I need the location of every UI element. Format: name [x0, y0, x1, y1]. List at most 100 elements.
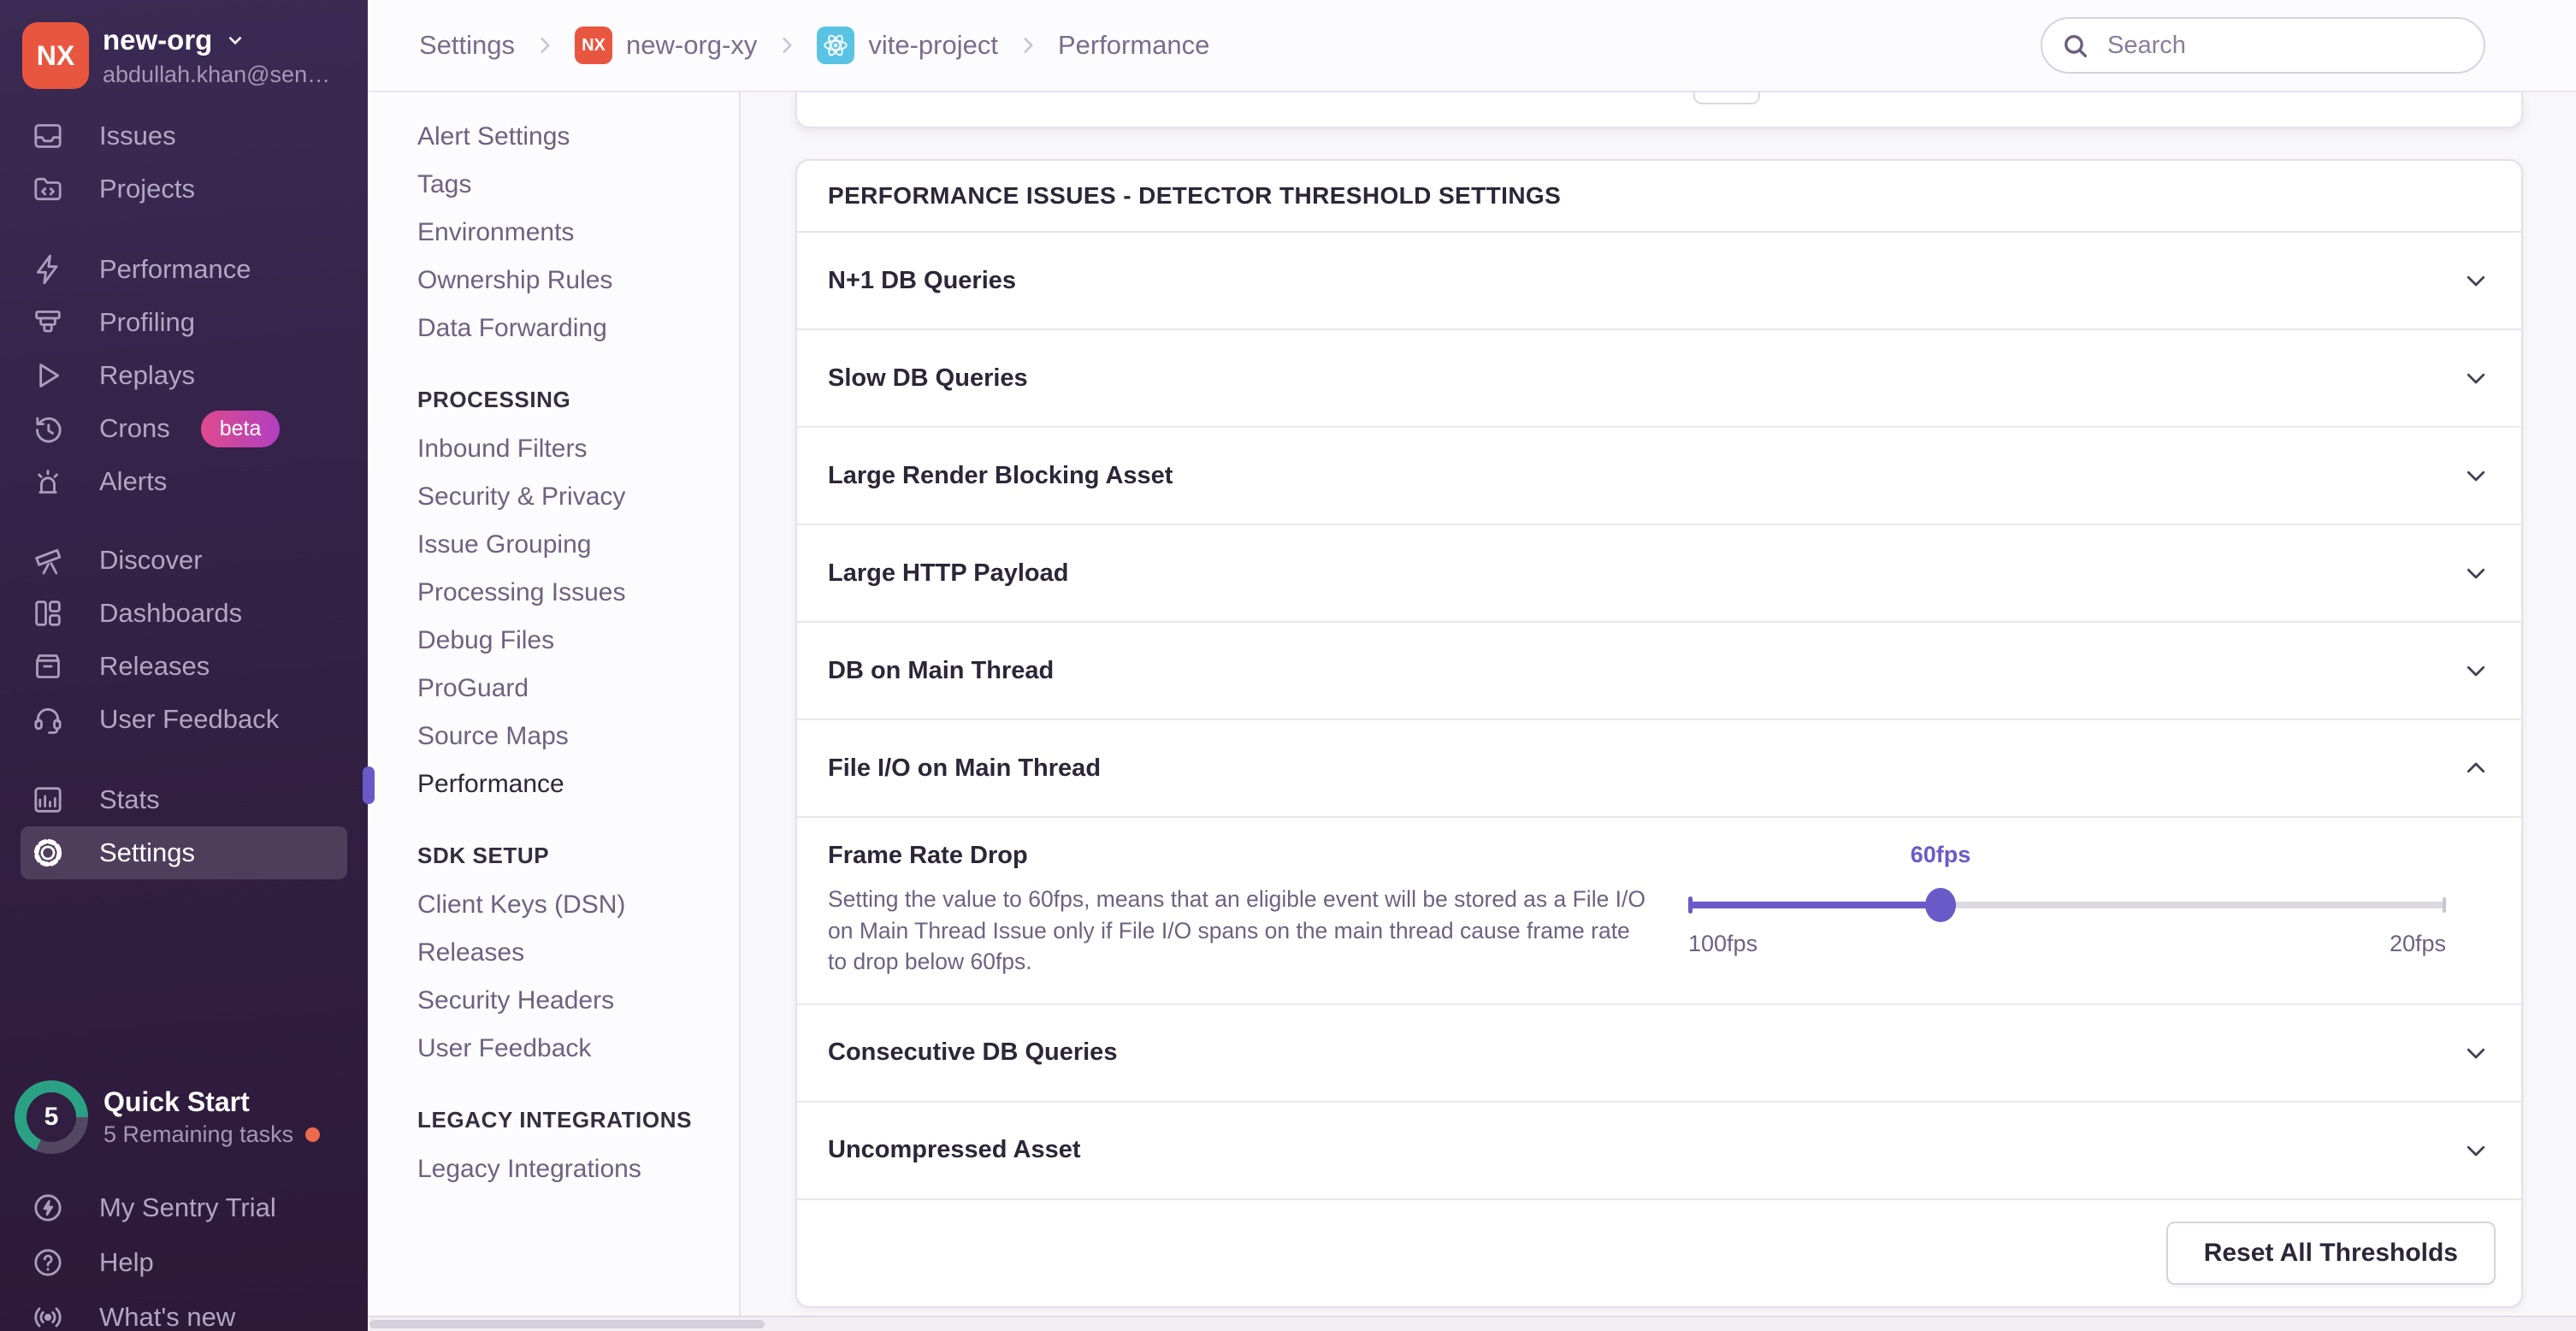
- sidebar-item-label: Projects: [99, 174, 195, 204]
- slider-thumb[interactable]: [1925, 888, 1956, 922]
- chevron-down-icon[interactable]: [2463, 365, 2489, 391]
- search-wrap: [2041, 17, 2485, 74]
- sidebar-item-label: Help: [99, 1247, 154, 1278]
- settings-nav-data-forwarding[interactable]: Data Forwarding: [368, 305, 739, 352]
- sidebar-item-releases[interactable]: Releases: [21, 640, 347, 693]
- sidebar-item-profiling[interactable]: Profiling: [21, 296, 347, 349]
- settings-nav-issue-grouping[interactable]: Issue Grouping: [368, 521, 739, 569]
- card-title: PERFORMANCE ISSUES - DETECTOR THRESHOLD …: [797, 161, 2521, 233]
- sidebar-item-my-sentry-trial[interactable]: My Sentry Trial: [21, 1180, 347, 1234]
- settings-nav-performance[interactable]: Performance: [368, 760, 739, 808]
- sidebar-item-replays[interactable]: Replays: [21, 349, 347, 402]
- sidebar-item-settings[interactable]: Settings: [21, 826, 347, 879]
- settings-nav-releases[interactable]: Releases: [368, 929, 739, 977]
- search-input[interactable]: [2041, 17, 2485, 74]
- breadcrumb-org[interactable]: NX new-org-xy: [575, 27, 757, 64]
- settings-nav-processing-issues[interactable]: Processing Issues: [368, 569, 739, 617]
- detector-row-slow-db-queries[interactable]: Slow DB Queries: [797, 330, 2521, 428]
- chevron-down-icon[interactable]: [2463, 1040, 2489, 1066]
- chevron-down-icon[interactable]: [2463, 268, 2489, 293]
- sidebar-item-label: User Feedback: [99, 704, 279, 735]
- scrolled-button-partial: [1693, 92, 1760, 104]
- settings-nav-proguard[interactable]: ProGuard: [368, 665, 739, 713]
- settings-nav-security-headers[interactable]: Security Headers: [368, 977, 739, 1025]
- gear-icon: [31, 836, 65, 870]
- detector-label: Consecutive DB Queries: [828, 1038, 1117, 1067]
- sidebar-item-dashboards[interactable]: Dashboards: [21, 587, 347, 640]
- detector-row-large-render-blocking-asset[interactable]: Large Render Blocking Asset: [797, 428, 2521, 525]
- org-meta: new-org abdullah.khan@sen…: [103, 22, 330, 88]
- chevron-down-icon[interactable]: [2463, 1138, 2489, 1163]
- sidebar-item-stats[interactable]: Stats: [21, 773, 347, 826]
- breadcrumb-project-label[interactable]: vite-project: [868, 30, 998, 61]
- chevron-down-icon[interactable]: [2463, 463, 2489, 488]
- detector-label: DB on Main Thread: [828, 657, 1054, 685]
- horizontal-scrollbar[interactable]: [368, 1316, 2576, 1331]
- sidebar-item-projects[interactable]: Projects: [21, 163, 347, 216]
- detector-label: File I/O on Main Thread: [828, 754, 1101, 783]
- settings-nav-client-keys[interactable]: Client Keys (DSN): [368, 881, 739, 929]
- chevron-right-icon: [534, 34, 556, 56]
- chevron-up-icon[interactable]: [2463, 755, 2489, 781]
- quickstart-panel[interactable]: 5 Quick Start 5 Remaining tasks: [0, 1074, 368, 1160]
- settings-nav-source-maps[interactable]: Source Maps: [368, 713, 739, 760]
- primary-nav: Issues Projects Performance Profiling: [0, 108, 368, 879]
- breadcrumb: Settings NX new-org-xy: [419, 27, 1209, 64]
- siren-icon: [31, 464, 65, 499]
- detector-row-uncompressed-asset[interactable]: Uncompressed Asset: [797, 1103, 2521, 1200]
- sidebar-item-discover[interactable]: Discover: [21, 534, 347, 587]
- chevron-down-icon[interactable]: [2463, 560, 2489, 586]
- settings-nav-alert-settings[interactable]: Alert Settings: [368, 113, 739, 161]
- react-logo-icon: [817, 27, 854, 64]
- sidebar-item-crons[interactable]: Crons beta: [21, 402, 347, 455]
- breadcrumb-settings[interactable]: Settings: [419, 30, 515, 61]
- detector-label: N+1 DB Queries: [828, 267, 1016, 295]
- settings-nav-ownership-rules[interactable]: Ownership Rules: [368, 257, 739, 305]
- trial-lightning-circle-icon: [31, 1191, 65, 1225]
- breadcrumb-project[interactable]: vite-project: [817, 27, 998, 64]
- breadcrumb-org-label[interactable]: new-org-xy: [626, 30, 757, 61]
- issues-icon: [31, 119, 65, 153]
- sidebar-item-whats-new[interactable]: What's new: [21, 1290, 347, 1331]
- settings-nav-user-feedback[interactable]: User Feedback: [368, 1025, 739, 1073]
- chevron-down-icon[interactable]: [2463, 658, 2489, 683]
- detector-row-n1-db-queries[interactable]: N+1 DB Queries: [797, 233, 2521, 330]
- sidebar-item-label: Settings: [99, 837, 195, 868]
- settings-nav-inbound-filters[interactable]: Inbound Filters: [368, 425, 739, 473]
- sidebar-item-label: Stats: [99, 784, 160, 815]
- sidebar-item-label: Performance: [99, 254, 251, 285]
- org-avatar[interactable]: NX: [22, 22, 89, 89]
- org-email: abdullah.khan@sen…: [103, 62, 330, 88]
- progress-ring: 5: [15, 1080, 88, 1154]
- sidebar-item-performance[interactable]: Performance: [21, 243, 347, 296]
- clock-history-icon: [31, 411, 65, 446]
- sidebar-item-user-feedback[interactable]: User Feedback: [21, 693, 347, 746]
- org-switcher[interactable]: NX new-org abdullah.khan@sen…: [0, 0, 368, 108]
- detector-row-db-on-main-thread[interactable]: DB on Main Thread: [797, 623, 2521, 720]
- settings-nav-security-privacy[interactable]: Security & Privacy: [368, 473, 739, 521]
- sidebar-item-label: Replays: [99, 360, 195, 391]
- settings-nav-tags[interactable]: Tags: [368, 161, 739, 209]
- sidebar-item-label: Profiling: [99, 307, 195, 338]
- settings-nav-legacy-integrations[interactable]: Legacy Integrations: [368, 1145, 739, 1193]
- breadcrumb-performance: Performance: [1058, 30, 1209, 61]
- search-icon: [2061, 32, 2090, 61]
- settings-nav-environments[interactable]: Environments: [368, 209, 739, 257]
- horizontal-scrollbar-thumb[interactable]: [369, 1320, 765, 1328]
- sidebar-item-alerts[interactable]: Alerts: [21, 455, 347, 508]
- detector-label: Uncompressed Asset: [828, 1136, 1080, 1164]
- sidebar-footer-nav: My Sentry Trial Help What's new: [0, 1180, 368, 1331]
- org-name[interactable]: new-org: [103, 24, 212, 56]
- sidebar-item-help[interactable]: Help: [21, 1235, 347, 1289]
- settings-nav-debug-files[interactable]: Debug Files: [368, 617, 739, 665]
- detector-row-consecutive-db-queries[interactable]: Consecutive DB Queries: [797, 1005, 2521, 1103]
- reset-all-thresholds-button[interactable]: Reset All Thresholds: [2166, 1222, 2496, 1285]
- detector-row-file-io-on-main-thread[interactable]: File I/O on Main Thread: [797, 720, 2521, 818]
- topbar: Settings NX new-org-xy: [368, 0, 2576, 92]
- frame-rate-drop-section: Frame Rate Drop Setting the value to 60f…: [797, 818, 2521, 1005]
- sidebar-item-issues[interactable]: Issues: [21, 109, 347, 163]
- detector-row-large-http-payload[interactable]: Large HTTP Payload: [797, 525, 2521, 623]
- slider-track[interactable]: [1688, 902, 2446, 908]
- slider-fill: [1688, 902, 1941, 908]
- telescope-icon: [31, 543, 65, 577]
